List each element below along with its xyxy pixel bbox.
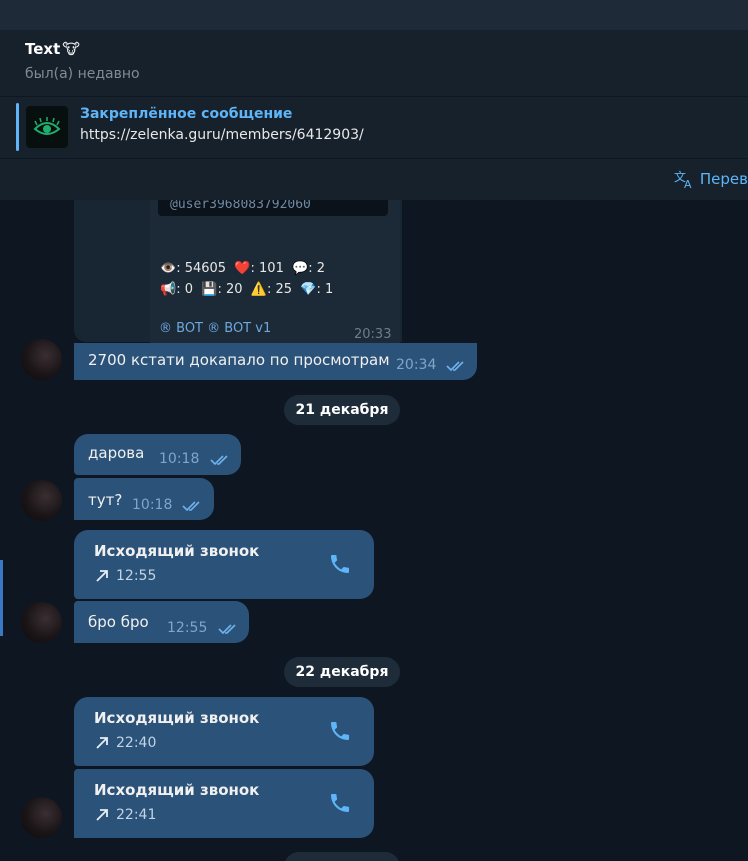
avatar[interactable]	[21, 797, 62, 838]
avatar[interactable]	[21, 339, 62, 380]
double-check-icon	[182, 501, 200, 512]
avatar[interactable]	[21, 480, 62, 521]
outgoing-call-message[interactable]: Исходящий звонок 12:55	[74, 530, 374, 599]
date-separator: 22 декабря	[284, 657, 400, 687]
translate-label: Перев	[699, 170, 748, 188]
pinned-text[interactable]: https://zelenka.guru/members/6412903/	[80, 127, 364, 143]
message-text: бро бро	[88, 613, 149, 631]
message-text: дарова	[88, 444, 145, 462]
phone-icon[interactable]	[328, 552, 352, 576]
pinned-message-bar[interactable]: Закреплённое сообщение https://zelenka.g…	[0, 96, 748, 158]
warning-icon: ⚠️	[250, 282, 267, 297]
pinned-title: Закреплённое сообщение	[80, 106, 293, 122]
svg-text:A: A	[684, 178, 692, 189]
double-check-icon	[210, 455, 228, 466]
outgoing-call-message[interactable]: Исходящий звонок 22:41	[74, 769, 374, 838]
message-time: 20:34	[396, 357, 437, 373]
chat-status: был(а) недавно	[25, 66, 140, 82]
call-time: 22:41	[94, 807, 156, 823]
double-check-icon	[446, 361, 464, 372]
translate-icon: 文 A	[674, 169, 692, 189]
outgoing-message[interactable]: дарова 10:18	[74, 434, 241, 475]
gem-icon: 💎	[300, 282, 317, 297]
outgoing-arrow-icon	[96, 809, 108, 821]
pinned-indicator	[16, 103, 19, 151]
outgoing-message[interactable]: 2700 кстати докапало по просмотрам 20:34	[74, 343, 477, 380]
outgoing-arrow-icon	[96, 570, 108, 582]
speech-bubble-icon: 💬	[292, 261, 309, 276]
stats-line-1: 👁️: 54605 ❤️: 101 💬: 2	[160, 261, 326, 276]
cow-emoji-icon: 🐮	[62, 40, 81, 58]
outgoing-arrow-icon	[96, 737, 108, 749]
pinned-thumbnail	[26, 106, 68, 148]
date-separator-partial	[284, 852, 400, 861]
selection-accent	[0, 560, 3, 636]
chat-title[interactable]: Text	[25, 40, 60, 58]
date-separator: 21 декабря	[284, 395, 400, 425]
call-time: 12:55	[94, 568, 156, 584]
bot-signature: ® BOT ® BOT v1	[159, 321, 272, 336]
outgoing-message[interactable]: бро бро 12:55	[74, 601, 249, 643]
code-text: @user3968083792060	[170, 200, 311, 212]
message-text: 2700 кстати докапало по просмотрам	[88, 351, 390, 369]
translate-bar: 文 A Перев	[0, 158, 748, 200]
message-time: 10:18	[132, 497, 173, 513]
eye-icon: 👁️	[160, 261, 177, 276]
message-time: 20:33	[354, 327, 392, 342]
avatar[interactable]	[21, 602, 62, 643]
call-title: Исходящий звонок	[94, 781, 260, 799]
outgoing-call-message[interactable]: Исходящий звонок 22:40	[74, 697, 374, 766]
eye-logo-icon	[33, 117, 61, 135]
floppy-disk-icon: 💾	[201, 282, 218, 297]
message-time: 12:55	[167, 620, 208, 636]
outgoing-message[interactable]: тут? 10:18	[74, 478, 214, 520]
chat-header[interactable]: Text 🐮 был(а) недавно	[0, 30, 748, 96]
message-time: 10:18	[159, 451, 200, 467]
phone-icon[interactable]	[328, 719, 352, 743]
megaphone-icon: 📢	[160, 282, 177, 297]
double-check-icon	[218, 624, 236, 635]
call-title: Исходящий звонок	[94, 709, 260, 727]
translate-button[interactable]: 文 A Перев	[674, 169, 748, 189]
message-list[interactable]: @user3968083792060 👁️: 54605 ❤️: 101 💬: …	[0, 200, 748, 861]
stats-line-2: 📢: 0 💾: 20 ⚠️: 25 💎: 1	[160, 282, 334, 297]
phone-icon[interactable]	[328, 791, 352, 815]
message-text: тут?	[88, 491, 123, 509]
window-top-strip	[0, 0, 748, 30]
heart-icon: ❤️	[234, 261, 251, 276]
call-time: 22:40	[94, 735, 156, 751]
call-title: Исходящий звонок	[94, 542, 260, 560]
